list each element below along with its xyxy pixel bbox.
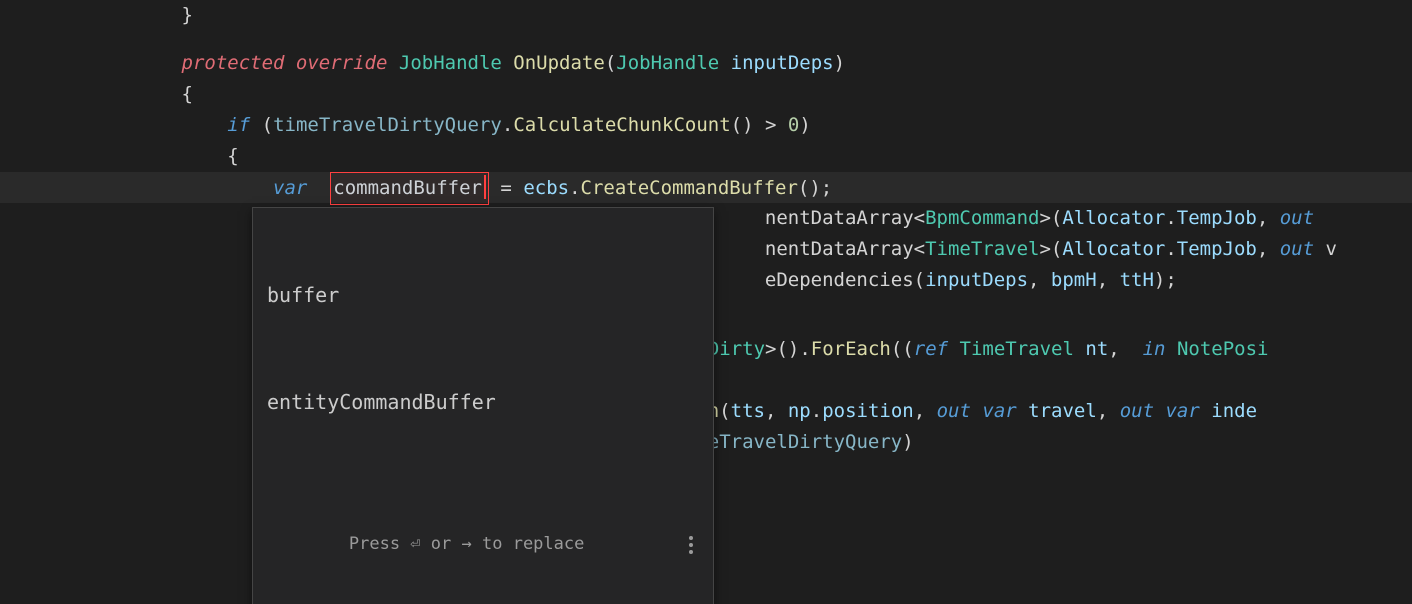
rename-suggestions-popup[interactable]: buffer entityCommandBuffer Press ⏎ or → … <box>252 207 714 604</box>
rename-input[interactable]: commandBuffer <box>330 172 489 205</box>
code-line: protected override JobHandle OnUpdate(Jo… <box>0 48 1412 79</box>
code-editor[interactable]: } protected override JobHandle OnUpdate(… <box>0 0 1412 604</box>
suggestion-item[interactable]: buffer <box>253 274 713 319</box>
tab-key-icon: → <box>462 529 472 560</box>
code-line: { <box>0 141 1412 172</box>
code-line-active: var commandBuffer = ecbs.CreateCommandBu… <box>0 172 1412 203</box>
more-icon[interactable] <box>683 534 699 556</box>
enter-key-icon: ⏎ <box>410 529 420 560</box>
code-line: } <box>0 0 1412 31</box>
popup-hint: Press ⏎ or → to replace <box>253 488 713 591</box>
code-line: { <box>0 79 1412 110</box>
suggestion-item[interactable]: entityCommandBuffer <box>253 381 713 426</box>
code-line: if (timeTravelDirtyQuery.CalculateChunkC… <box>0 110 1412 141</box>
